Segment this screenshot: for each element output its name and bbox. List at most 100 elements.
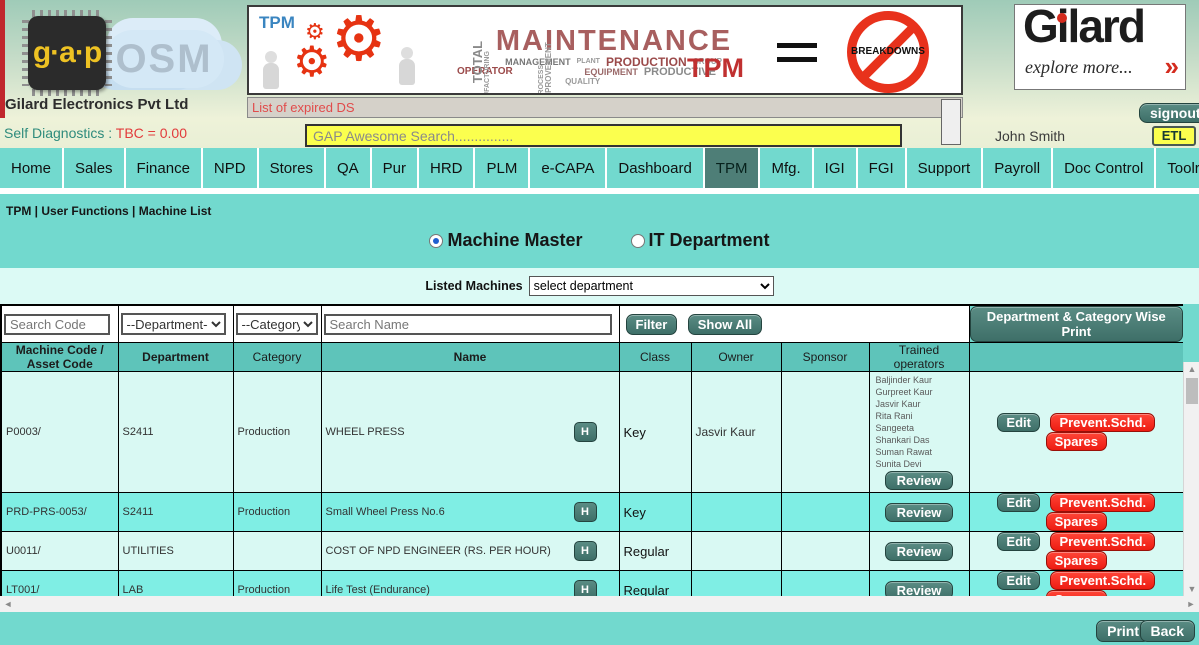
- spares-button[interactable]: Spares: [1046, 551, 1107, 570]
- nav-item[interactable]: Sales: [64, 148, 126, 188]
- trained-operator-name: Rita Rani: [876, 410, 969, 422]
- review-button[interactable]: Review: [885, 581, 954, 596]
- prevent-schd-button[interactable]: Prevent.Schd.: [1050, 532, 1155, 551]
- edit-button[interactable]: Edit: [997, 413, 1040, 432]
- category-cell: Production: [233, 372, 321, 493]
- owner-cell: [691, 493, 781, 532]
- history-button[interactable]: H: [574, 502, 597, 522]
- history-button[interactable]: H: [574, 422, 597, 442]
- equals-sign: [777, 43, 817, 71]
- nav-item[interactable]: Toolroom: [1156, 148, 1199, 188]
- scroll-up-arrow-icon[interactable]: ▲: [1184, 362, 1199, 376]
- prevent-schd-button[interactable]: Prevent.Schd.: [1050, 413, 1155, 432]
- row-actions-cell: Edit Prevent.Schd. Spares: [969, 493, 1183, 532]
- gilard-tagline: explore more...: [1025, 57, 1133, 78]
- breakdowns-label: BREAKDOWNS: [848, 46, 928, 57]
- table-horizontal-scrollbar[interactable]: ◄ ►: [0, 596, 1199, 612]
- spares-button[interactable]: Spares: [1046, 512, 1107, 531]
- trained-operator-name: Shankari Das: [876, 434, 969, 446]
- word-cloud-term: PLANT: [577, 57, 600, 67]
- gilard-logo-red-dot: [1057, 13, 1067, 23]
- radio-it-department[interactable]: IT Department: [631, 230, 770, 251]
- nav-item[interactable]: Pur: [372, 148, 419, 188]
- nav-item[interactable]: Home: [0, 148, 64, 188]
- nav-item[interactable]: HRD: [419, 148, 476, 188]
- category-filter-select[interactable]: --Category--: [236, 313, 318, 335]
- edit-button[interactable]: Edit: [997, 571, 1040, 590]
- class-cell: Regular: [619, 532, 691, 571]
- history-button[interactable]: H: [574, 580, 597, 596]
- nav-item[interactable]: Finance: [126, 148, 203, 188]
- prevent-schd-button[interactable]: Prevent.Schd.: [1050, 571, 1155, 590]
- trained-operator-name: Suman Rawat: [876, 446, 969, 458]
- review-button[interactable]: Review: [885, 503, 954, 522]
- category-cell: Production: [233, 493, 321, 532]
- table-row: U0011/ UTILITIES COST OF NPD ENGINEER (R…: [1, 532, 1183, 571]
- radio-unselected-icon[interactable]: [631, 234, 645, 248]
- col-department: Department: [118, 343, 233, 372]
- dept-category-wise-print-button[interactable]: Department & Category Wise Print: [970, 306, 1183, 342]
- radio-selected-icon[interactable]: [429, 234, 443, 248]
- department-filter-select[interactable]: --Department--: [121, 313, 226, 335]
- tpm-maintenance-banner: TPM ⚙ ⚙ ⚙ MAINTENANCE TOTALMANAGEMENTPLA…: [247, 5, 963, 95]
- self-diagnostics-label: Self Diagnostics :: [4, 125, 116, 141]
- nav-item[interactable]: NPD: [203, 148, 259, 188]
- machine-name: Life Test (Endurance): [326, 584, 430, 596]
- signout-button[interactable]: signout: [1139, 103, 1199, 123]
- nav-item[interactable]: FGI: [858, 148, 907, 188]
- nav-item[interactable]: QA: [326, 148, 372, 188]
- review-button[interactable]: Review: [885, 471, 954, 490]
- nav-item[interactable]: TPM: [705, 148, 761, 188]
- listed-machines-select[interactable]: select department: [529, 276, 774, 296]
- machine-code-cell: PRD-PRS-0053/: [1, 493, 118, 532]
- review-button[interactable]: Review: [885, 542, 954, 561]
- nav-item[interactable]: Doc Control: [1053, 148, 1156, 188]
- filter-button[interactable]: Filter: [626, 314, 678, 335]
- prevent-schd-button[interactable]: Prevent.Schd.: [1050, 493, 1155, 512]
- scroll-down-arrow-icon[interactable]: ▼: [1184, 582, 1199, 596]
- radio-machine-master[interactable]: Machine Master: [429, 230, 582, 251]
- department-cell: S2411: [118, 493, 233, 532]
- category-cell: [233, 532, 321, 571]
- nav-item[interactable]: Stores: [259, 148, 326, 188]
- machine-name: WHEEL PRESS: [326, 426, 405, 438]
- etl-button[interactable]: ETL: [1152, 126, 1196, 146]
- col-sponsor: Sponsor: [781, 343, 869, 372]
- gilard-logo-text: Gilard: [1023, 4, 1144, 53]
- name-cell: WHEEL PRESS H: [321, 372, 619, 493]
- edit-button[interactable]: Edit: [997, 532, 1040, 551]
- sponsor-cell: [781, 493, 869, 532]
- expired-ds-scroll-box[interactable]: [941, 99, 961, 145]
- search-code-input[interactable]: [4, 314, 110, 335]
- breadcrumb: TPM | User Functions | Machine List: [6, 204, 211, 218]
- nav-item[interactable]: Mfg.: [760, 148, 813, 188]
- footer-bar: Print Back: [0, 612, 1199, 645]
- back-button[interactable]: Back: [1140, 620, 1195, 642]
- spares-button[interactable]: Spares: [1046, 432, 1107, 451]
- radio-it-department-label: IT Department: [649, 230, 770, 251]
- scroll-left-arrow-icon[interactable]: ◄: [0, 596, 16, 612]
- trained-operators-cell: Baljinder KaurGurpreet KaurJasvir KaurRi…: [869, 372, 969, 493]
- search-name-input[interactable]: [324, 314, 612, 335]
- nav-item[interactable]: e-CAPA: [530, 148, 607, 188]
- nav-item[interactable]: IGI: [814, 148, 858, 188]
- history-button[interactable]: H: [574, 541, 597, 561]
- expired-ds-bar[interactable]: List of expired DS: [247, 97, 963, 118]
- table-vertical-scrollbar[interactable]: ▲ ▼: [1183, 362, 1199, 596]
- scroll-right-arrow-icon[interactable]: ►: [1183, 596, 1199, 612]
- row-actions-cell: Edit Prevent.Schd. Spares: [969, 372, 1183, 493]
- nav-item[interactable]: Dashboard: [607, 148, 704, 188]
- nav-item[interactable]: Payroll: [983, 148, 1053, 188]
- nav-item[interactable]: PLM: [475, 148, 530, 188]
- gear-icon: ⚙: [293, 41, 331, 83]
- trained-operator-name: Sangeeta: [876, 422, 969, 434]
- edit-button[interactable]: Edit: [997, 493, 1040, 512]
- gap-awesome-search-input[interactable]: [305, 124, 902, 147]
- show-all-button[interactable]: Show All: [688, 314, 762, 335]
- nav-item[interactable]: Support: [907, 148, 984, 188]
- vertical-scroll-thumb[interactable]: [1186, 378, 1198, 404]
- company-name: Gilard Electronics Pvt Ltd: [5, 96, 188, 113]
- trained-operator-name: Gurpreet Kaur: [876, 386, 969, 398]
- col-machine-code: Machine Code / Asset Code: [1, 343, 118, 372]
- table-header-row: Machine Code / Asset Code Department Cat…: [1, 343, 1183, 372]
